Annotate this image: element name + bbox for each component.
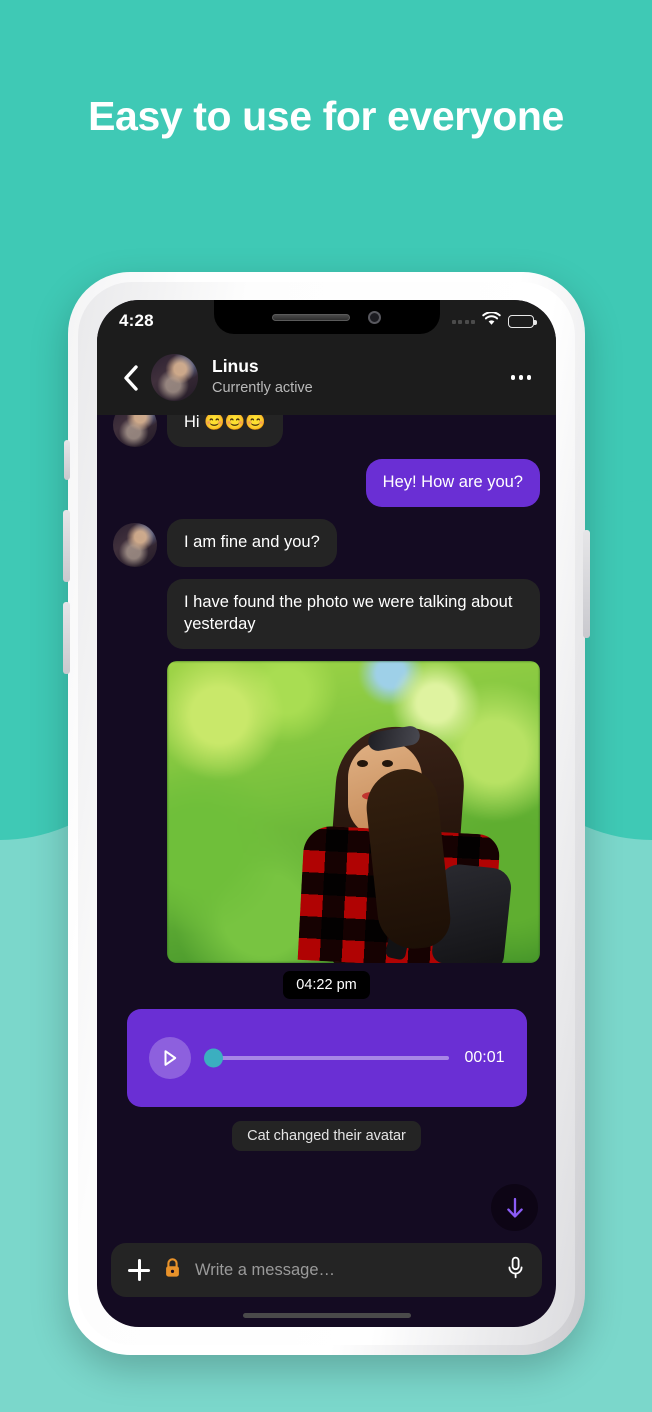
message-bubble[interactable]: Hi 😊😊😊 (167, 415, 283, 447)
message-bubble[interactable]: Hey! How are you? (365, 458, 540, 507)
message-row: I am fine and you? (113, 518, 540, 567)
contact-info[interactable]: Linus Currently active (212, 356, 504, 398)
system-message-row: Cat changed their avatar (113, 1120, 540, 1151)
scroll-to-bottom-button[interactable] (491, 1184, 538, 1231)
message-list[interactable]: Hi 😊😊😊 Hey! How are you? I am fine and y… (97, 415, 556, 1255)
avatar-image (113, 522, 157, 567)
message-row: Hey! How are you? (113, 458, 540, 507)
signal-dots-icon (451, 319, 475, 324)
mute-switch-button[interactable] (64, 440, 70, 480)
message-row: Hi 😊😊😊 (113, 415, 540, 447)
microphone-button[interactable] (506, 1256, 525, 1285)
voice-progress-slider[interactable] (203, 1048, 450, 1068)
message-row: I have found the photo we were talking a… (113, 578, 540, 649)
sender-avatar[interactable] (113, 415, 157, 447)
message-input-bar (111, 1243, 542, 1297)
voice-duration: 00:01 (464, 1048, 505, 1066)
contact-avatar[interactable] (151, 354, 198, 401)
battery-icon (508, 315, 537, 328)
wifi-icon (482, 311, 501, 331)
phone-mockup: 4:28 Linus Currently active Hi 😊😊😊 Hey! … (63, 272, 590, 1355)
avatar-image (151, 354, 198, 401)
contact-name: Linus (212, 356, 259, 377)
front-camera-icon (368, 310, 381, 324)
phone-notch (213, 300, 440, 334)
timestamp-chip: 04:22 pm (283, 970, 370, 999)
back-button[interactable] (115, 364, 145, 392)
chat-header: Linus Currently active (97, 340, 556, 415)
power-button[interactable] (583, 530, 590, 638)
page-title: Easy to use for everyone (88, 93, 564, 139)
voice-slider-thumb[interactable] (203, 1048, 223, 1068)
status-icons (451, 311, 537, 331)
more-options-button[interactable] (504, 375, 538, 380)
message-bubble[interactable]: I have found the photo we were talking a… (167, 578, 540, 649)
lock-icon[interactable] (163, 1257, 182, 1284)
voice-message[interactable]: 00:01 (126, 1008, 527, 1107)
add-attachment-button[interactable] (128, 1259, 150, 1281)
message-bubble[interactable]: I am fine and you? (167, 518, 337, 567)
sender-avatar[interactable] (113, 522, 157, 567)
timestamp-row: 04:22 pm (113, 970, 540, 999)
volume-down-button[interactable] (63, 602, 70, 674)
home-indicator[interactable] (242, 1313, 411, 1318)
photo-attachment[interactable] (167, 660, 540, 963)
status-time: 4:28 (119, 311, 154, 330)
play-button[interactable] (148, 1036, 191, 1079)
photo-message-row (113, 660, 540, 963)
system-message: Cat changed their avatar (232, 1120, 421, 1151)
message-input[interactable] (195, 1260, 493, 1280)
volume-up-button[interactable] (63, 510, 70, 582)
contact-status: Currently active (212, 380, 313, 397)
avatar-image (113, 415, 157, 447)
earpiece-speaker-icon (272, 313, 350, 321)
phone-screen: 4:28 Linus Currently active Hi 😊😊😊 Hey! … (97, 300, 556, 1327)
